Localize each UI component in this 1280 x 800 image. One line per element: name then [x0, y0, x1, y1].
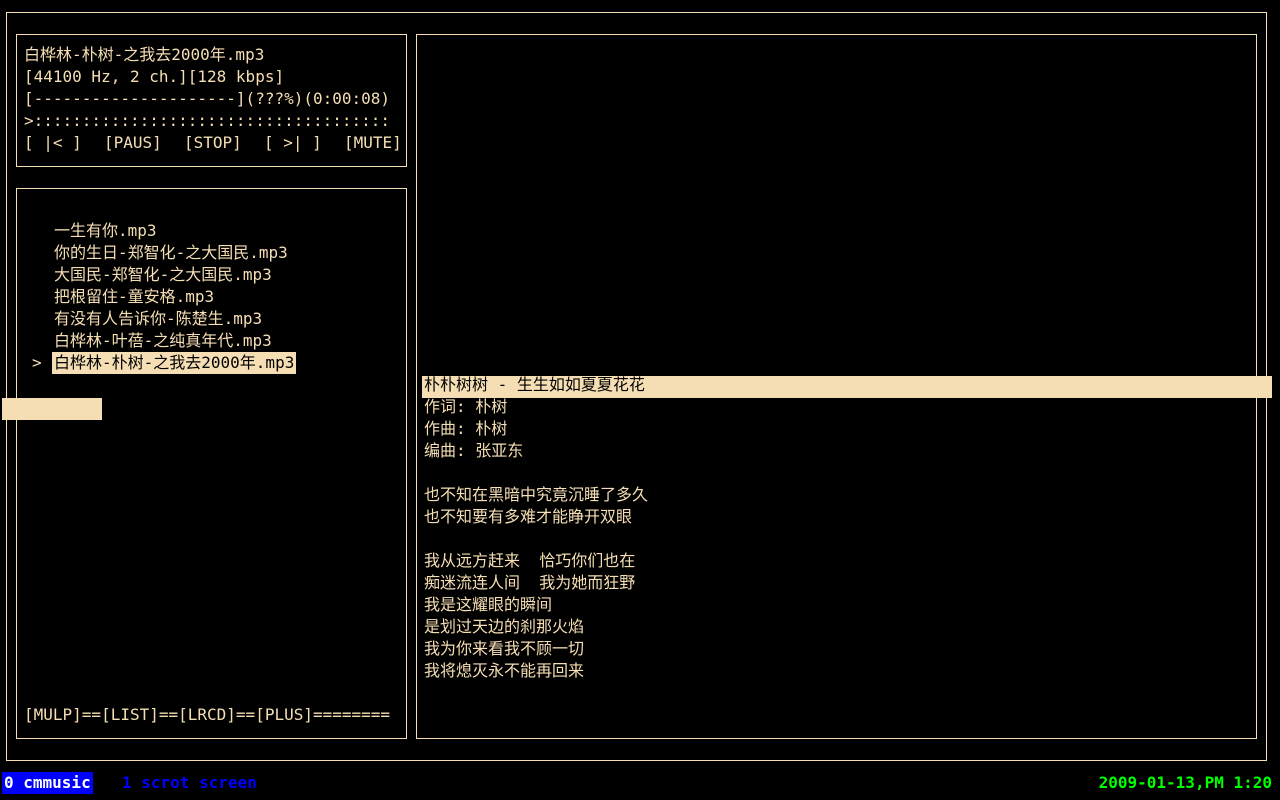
- playlist-item[interactable]: 你的生日-郑智化-之大国民.mp3: [52, 242, 290, 264]
- playlist-item[interactable]: 有没有人告诉你-陈楚生.mp3: [52, 308, 264, 330]
- clock: 2009-01-13,PM 1:20: [1098, 773, 1272, 792]
- window-tab[interactable]: 1 scrot screen: [122, 772, 257, 794]
- playlist-item[interactable]: 一生有你.mp3: [52, 220, 159, 242]
- previous-track-button[interactable]: [ |< ]: [24, 132, 82, 154]
- current-lyric-text: 朴朴树树 - 生生如如夏夏花花: [424, 375, 645, 394]
- lyric-line: 痴迷流连人间 我为她而狂野: [424, 573, 636, 592]
- lyric-line: 也不知在黑暗中究竟沉睡了多久: [424, 485, 649, 504]
- lyric-line: 我是这耀眼的瞬间: [424, 595, 553, 614]
- view-tabs[interactable]: [MULP]==[LIST]==[LRCD]==[PLUS]========: [24, 704, 390, 726]
- playback-progress[interactable]: [---------------------](???%)(0:00:08): [24, 88, 390, 110]
- pause-button[interactable]: [PAUS]: [104, 132, 162, 154]
- lyric-line: 编曲: 张亚东: [424, 441, 524, 460]
- lyric-line: 作词: 朴树: [424, 397, 508, 416]
- lyric-line: 是划过天边的刹那火焰: [424, 617, 585, 636]
- next-track-button[interactable]: [ >| ]: [264, 132, 322, 154]
- lyric-line: 作曲: 朴树: [424, 419, 508, 438]
- highlight-block: [2, 398, 102, 420]
- audio-format-info: [44100 Hz, 2 ch.][128 kbps]: [24, 67, 285, 86]
- lyric-line: 我从远方赶来 恰巧你们也在: [424, 551, 636, 570]
- lyric-line: 也不知要有多难才能睁开双眼: [424, 507, 633, 526]
- playlist-item[interactable]: 白桦林-叶蓓-之纯真年代.mp3: [52, 330, 274, 352]
- current-lyric-line: 朴朴树树 - 生生如如夏夏花花: [424, 374, 645, 396]
- mute-button[interactable]: [MUTE]: [344, 132, 402, 154]
- now-playing-title: 白桦林-朴树-之我去2000年.mp3: [24, 45, 265, 64]
- lyric-line: 我为你来看我不顾一切: [424, 639, 585, 658]
- playlist-item-selected[interactable]: 白桦林-朴树-之我去2000年.mp3: [52, 352, 297, 374]
- window-tab-active[interactable]: 0 cmmusic: [2, 772, 93, 794]
- lyric-line: 我将熄灭永不能再回来: [424, 661, 585, 680]
- playlist-item[interactable]: 大国民-郑智化-之大国民.mp3: [52, 264, 274, 286]
- screen-status-bar: 0 cmmusic 1 scrot screen 2009-01-13,PM 1…: [0, 770, 1280, 800]
- playlist-cursor: >: [32, 353, 42, 372]
- playlist-item[interactable]: 把根留住-童安格.mp3: [52, 286, 216, 308]
- stop-button[interactable]: [STOP]: [184, 132, 242, 154]
- volume-bar[interactable]: >:::::::::::::::::::::::::::::::::::::: [24, 110, 390, 132]
